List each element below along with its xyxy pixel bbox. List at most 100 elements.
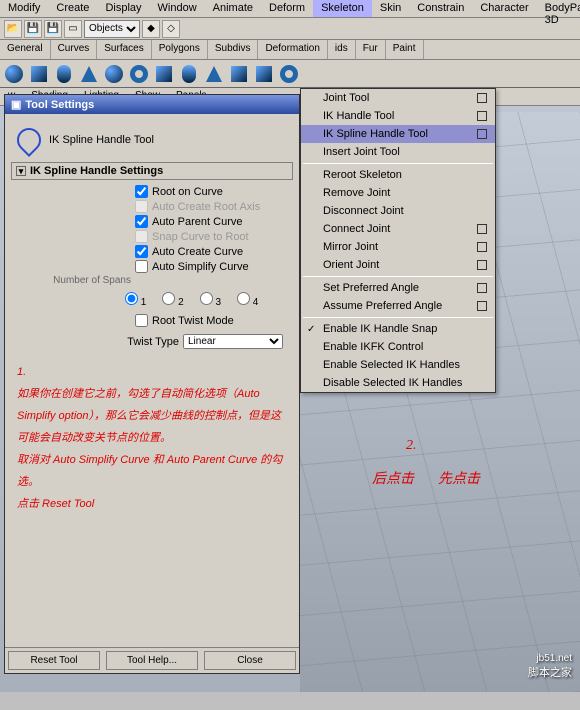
tab-surfaces[interactable]: Surfaces <box>97 40 151 59</box>
spans-radio-1[interactable] <box>125 292 138 305</box>
menuitem-enable-ikfk-control[interactable]: Enable IKFK Control <box>301 338 495 356</box>
check-auto-parent-curve[interactable] <box>135 215 148 228</box>
window-icon: ▣ <box>11 98 21 111</box>
tab-paint[interactable]: Paint <box>386 40 424 59</box>
option-box-icon[interactable] <box>477 242 487 252</box>
spans-radio-4[interactable] <box>237 292 250 305</box>
check-root-on-curve[interactable] <box>135 185 148 198</box>
tab-fur[interactable]: Fur <box>356 40 386 59</box>
option-box-icon[interactable] <box>477 111 487 121</box>
check-label: Auto Parent Curve <box>152 216 243 228</box>
root-twist-label: Root Twist Mode <box>152 315 234 327</box>
open-icon[interactable]: 📂 <box>4 20 22 38</box>
check-label: Auto Create Curve <box>152 246 243 258</box>
snap-icon[interactable]: ◆ <box>142 20 160 38</box>
spans-radio-3[interactable] <box>200 292 213 305</box>
check-auto-simplify-curve[interactable] <box>135 260 148 273</box>
tab-deformation[interactable]: Deformation <box>258 40 327 59</box>
root-twist-checkbox[interactable] <box>135 314 148 327</box>
tab-polygons[interactable]: Polygons <box>152 40 208 59</box>
option-box-icon[interactable] <box>477 93 487 103</box>
menuitem-disable-selected-ik-handles[interactable]: Disable Selected IK Handles <box>301 374 495 392</box>
menu-character[interactable]: Character <box>472 0 536 17</box>
menu-bodypaint 3d[interactable]: BodyPaint 3D <box>537 0 580 17</box>
menu-window[interactable]: Window <box>150 0 205 17</box>
torus-icon[interactable] <box>127 62 151 86</box>
tool-settings-titlebar[interactable]: ▣ Tool Settings <box>5 95 299 114</box>
tab-general[interactable]: General <box>0 40 51 59</box>
check-label: Auto Create Root Axis <box>152 201 260 213</box>
menuitem-connect-joint[interactable]: Connect Joint <box>301 220 495 238</box>
menuitem-assume-preferred-angle[interactable]: Assume Preferred Angle <box>301 297 495 315</box>
annotation-2-number: 2. <box>406 438 417 454</box>
tool-settings-body: IK Spline Handle Tool ▾ IK Spline Handle… <box>5 114 299 647</box>
menu-create[interactable]: Create <box>48 0 97 17</box>
annotation-first-click: 先点击 <box>438 468 480 488</box>
menuitem-ik-spline-handle-tool[interactable]: IK Spline Handle Tool <box>301 125 495 143</box>
check-label: Snap Curve to Root <box>152 231 249 243</box>
spans-radio-2[interactable] <box>162 292 175 305</box>
cylinder-icon[interactable] <box>52 62 76 86</box>
ik-spline-icon <box>15 126 43 154</box>
cone2-icon[interactable] <box>202 62 226 86</box>
cone-icon[interactable] <box>77 62 101 86</box>
save2-icon[interactable]: 💾 <box>44 20 62 38</box>
selection-mask-select[interactable]: Objects <box>84 20 140 38</box>
menuitem-insert-joint-tool[interactable]: Insert Joint Tool <box>301 143 495 161</box>
cyl2-icon[interactable] <box>177 62 201 86</box>
sphere2-icon[interactable] <box>102 62 126 86</box>
option-box-icon[interactable] <box>477 129 487 139</box>
twist-type-select[interactable]: Linear <box>183 334 283 349</box>
menuitem-enable-ik-handle-snap[interactable]: Enable IK Handle Snap <box>301 320 495 338</box>
menu-animate[interactable]: Animate <box>205 0 261 17</box>
shelf-tabs: GeneralCurvesSurfacesPolygonsSubdivsDefo… <box>0 40 580 60</box>
option-box-icon[interactable] <box>477 301 487 311</box>
menuitem-mirror-joint[interactable]: Mirror Joint <box>301 238 495 256</box>
tab-curves[interactable]: Curves <box>51 40 98 59</box>
option-box-icon[interactable] <box>477 283 487 293</box>
annotation-1: 1. 如果你在创建它之前，勾选了自动简化选项（Auto Simplify opt… <box>11 351 293 525</box>
menuitem-remove-joint[interactable]: Remove Joint <box>301 184 495 202</box>
menuitem-enable-selected-ik-handles[interactable]: Enable Selected IK Handles <box>301 356 495 374</box>
check-snap-curve-to-root <box>135 230 148 243</box>
shelf <box>0 60 580 88</box>
skeleton-menu: Joint ToolIK Handle ToolIK Spline Handle… <box>300 88 496 393</box>
check-auto-create-curve[interactable] <box>135 245 148 258</box>
option-box-icon[interactable] <box>477 260 487 270</box>
menuitem-joint-tool[interactable]: Joint Tool <box>301 89 495 107</box>
collapse-icon[interactable]: ▾ <box>16 166 26 176</box>
tool-help--button[interactable]: Tool Help... <box>106 651 198 670</box>
tab-ids[interactable]: ids <box>328 40 356 59</box>
tab-subdivs[interactable]: Subdivs <box>208 40 259 59</box>
sphere-icon[interactable] <box>2 62 26 86</box>
menuitem-set-preferred-angle[interactable]: Set Preferred Angle <box>301 279 495 297</box>
spans-label: Number of Spans <box>21 275 131 286</box>
torus2-icon[interactable] <box>277 62 301 86</box>
save-icon[interactable]: 💾 <box>24 20 42 38</box>
sel-icon[interactable]: ▭ <box>64 20 82 38</box>
menuitem-ik-handle-tool[interactable]: IK Handle Tool <box>301 107 495 125</box>
menu-skin[interactable]: Skin <box>372 0 409 17</box>
section-title: IK Spline Handle Settings <box>30 165 163 177</box>
close-button[interactable]: Close <box>204 651 296 670</box>
menu-display[interactable]: Display <box>97 0 149 17</box>
watermark: jb51.net 脚本之家 <box>528 653 572 680</box>
workspace: wShadingLightingShowPanels Joint ToolIK … <box>0 88 580 692</box>
menuitem-reroot-skeleton[interactable]: Reroot Skeleton <box>301 166 495 184</box>
reset-tool-button[interactable]: Reset Tool <box>8 651 100 670</box>
menuitem-orient-joint[interactable]: Orient Joint <box>301 256 495 274</box>
option-box-icon[interactable] <box>477 224 487 234</box>
menuitem-disconnect-joint[interactable]: Disconnect Joint <box>301 202 495 220</box>
snap2-icon[interactable]: ◇ <box>162 20 180 38</box>
window-title: Tool Settings <box>25 99 94 111</box>
settings-section-header[interactable]: ▾ IK Spline Handle Settings <box>11 162 293 180</box>
menu-constrain[interactable]: Constrain <box>409 0 472 17</box>
cube4-icon[interactable] <box>252 62 276 86</box>
cube2-icon[interactable] <box>152 62 176 86</box>
cube3-icon[interactable] <box>227 62 251 86</box>
menu-modify[interactable]: Modify <box>0 0 48 17</box>
tool-settings-window: ▣ Tool Settings IK Spline Handle Tool ▾ … <box>4 94 300 674</box>
menu-deform[interactable]: Deform <box>261 0 313 17</box>
cube-icon[interactable] <box>27 62 51 86</box>
menu-skeleton[interactable]: Skeleton <box>313 0 372 17</box>
